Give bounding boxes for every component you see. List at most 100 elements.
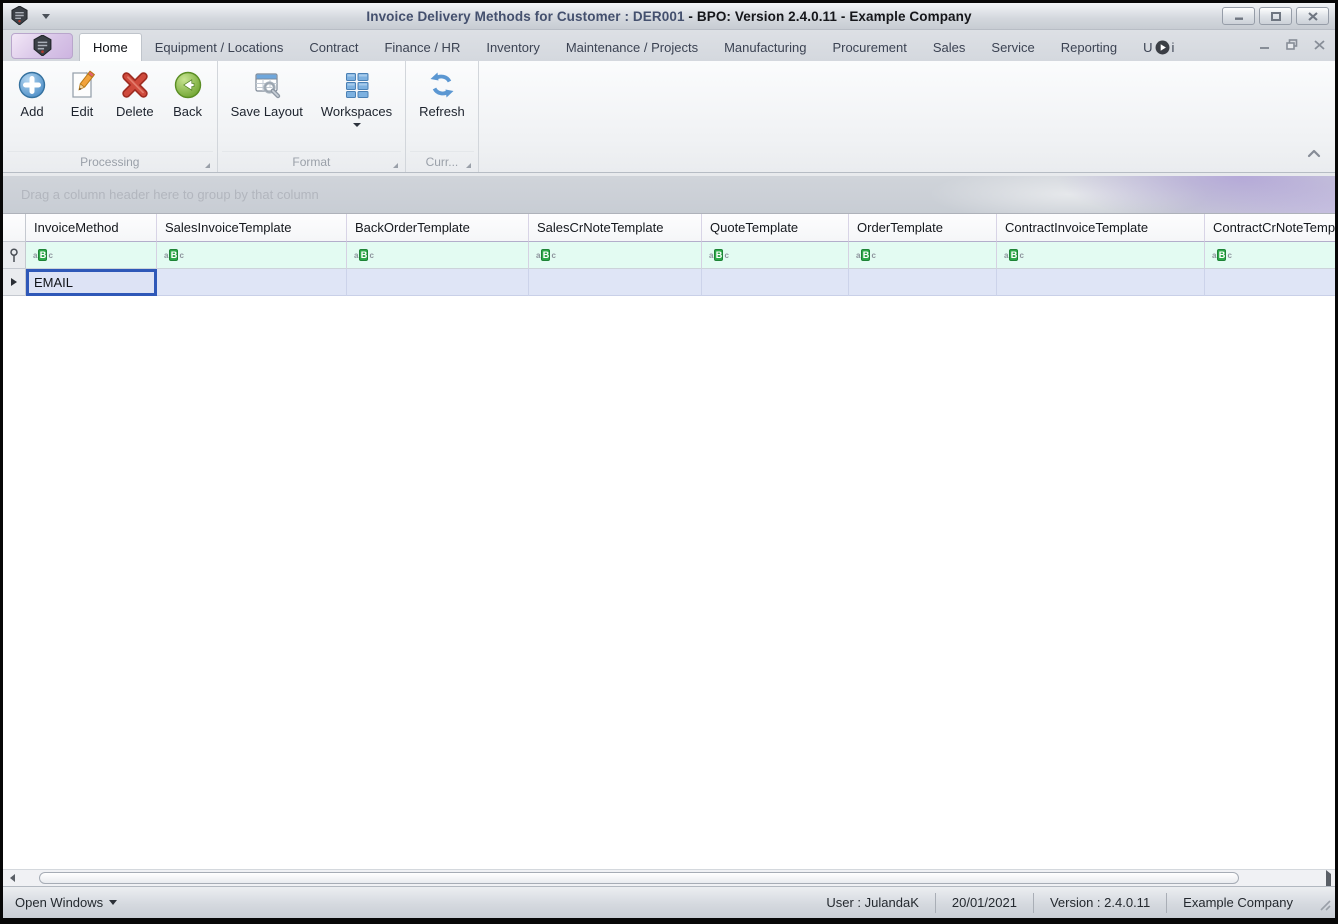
add-button[interactable]: Add [7,64,57,121]
tab-procurement[interactable]: Procurement [819,35,919,61]
cell-backordertemplate[interactable] [347,269,529,296]
minimize-button[interactable] [1222,7,1255,25]
tab-utilities[interactable]: Ui [1130,35,1187,61]
dialog-launcher-icon[interactable] [465,163,471,168]
filter-cell-contractinvoicetemplate[interactable]: aBc [997,242,1205,269]
cell-invoicemethod[interactable]: EMAIL [26,269,157,296]
dialog-launcher-icon[interactable] [393,163,399,168]
tab-reporting[interactable]: Reporting [1048,35,1130,61]
tab-contract[interactable]: Contract [296,35,371,61]
column-header-backordertemplate[interactable]: BackOrderTemplate [347,214,529,242]
column-header-salesinvoicetemplate[interactable]: SalesInvoiceTemplate [157,214,347,242]
scroll-left-icon[interactable] [3,874,21,882]
horizontal-scrollbar[interactable] [3,869,1335,895]
mdi-restore-icon[interactable] [1286,39,1298,50]
minimize-icon [1234,17,1243,20]
tab-home[interactable]: Home [79,33,142,61]
tab-sales[interactable]: Sales [920,35,979,61]
maximize-button[interactable] [1259,7,1292,25]
filter-cell-salesinvoicetemplate[interactable]: aBc [157,242,347,269]
tab-inventory[interactable]: Inventory [473,35,552,61]
dialog-launcher-icon[interactable] [204,163,210,168]
column-header-salescrnotetemplate[interactable]: SalesCrNoteTemplate [529,214,702,242]
column-header-row: InvoiceMethod SalesInvoiceTemplate BackOrd… [3,214,1335,242]
back-button[interactable]: Back [163,64,213,121]
save-layout-button[interactable]: Save Layout [222,64,312,121]
filter-cell-invoicemethod[interactable]: aBc [26,242,157,269]
group-caption-label: Processing [80,155,140,169]
tab-label: Equipment / Locations [154,40,284,55]
group-caption: Format [221,151,402,172]
maximize-icon [1270,11,1281,21]
ribbon-group-curr: Refresh Curr... [406,61,479,172]
refresh-button[interactable]: Refresh [410,64,474,121]
column-header-ordertemplate[interactable]: OrderTemplate [849,214,997,242]
tab-label: Service [991,40,1035,55]
ribbon-group-processing: Add Edit Delete Back Processing [3,61,218,172]
cell-quotetemplate[interactable] [702,269,849,296]
tab-maintenance-projects[interactable]: Maintenance / Projects [553,35,711,61]
edit-button[interactable]: Edit [57,64,107,121]
column-header-contractinvoicetemplate[interactable]: ContractInvoiceTemplate [997,214,1205,242]
tab-label: U [1143,40,1153,55]
filter-cell-salescrnotetemplate[interactable]: aBc [529,242,702,269]
delete-button[interactable]: Delete [107,64,163,121]
cell-contractcrnotetemplate[interactable] [1205,269,1335,296]
filter-cell-contractcrnotetemplate[interactable]: aBc [1205,242,1335,269]
back-icon [172,69,204,101]
cell-salescrnotetemplate[interactable] [529,269,702,296]
status-item: User : JulandaK [826,895,919,910]
status-bar: Open Windows User : JulandaK 20/01/2021 Ve… [3,886,1335,918]
title-bar: Invoice Delivery Methods for Customer : … [3,3,1335,30]
open-windows-label: Open Windows [15,895,104,910]
collapse-ribbon-icon[interactable] [1305,146,1323,164]
cell-contractinvoicetemplate[interactable] [997,269,1205,296]
group-caption: Curr... [410,151,474,172]
tab-finance-hr[interactable]: Finance / HR [371,35,473,61]
cell-salesinvoicetemplate[interactable] [157,269,347,296]
auto-filter-row: aBc aBc aBc aBc aBc aBc aBc aBc [3,242,1335,269]
column-header-quotetemplate[interactable]: QuoteTemplate [702,214,849,242]
tab-service[interactable]: Service [978,35,1047,61]
tab-label: Maintenance / Projects [565,40,699,55]
table-row: EMAIL [3,269,1335,296]
open-windows-button[interactable]: Open Windows [3,895,118,910]
button-label: Edit [70,104,94,119]
tab-equipment-locations[interactable]: Equipment / Locations [142,35,297,61]
filter-cell-backordertemplate[interactable]: aBc [347,242,529,269]
mdi-close-icon[interactable] [1314,39,1325,50]
text-filter-abc-icon: aBc [33,249,53,261]
app-logo-icon [33,35,52,56]
group-caption-label: Curr... [425,155,459,169]
column-header-invoicemethod[interactable]: InvoiceMethod [26,214,157,242]
button-label: Back [173,104,203,119]
filter-cell-quotetemplate[interactable]: aBc [702,242,849,269]
tab-label: Home [93,40,128,55]
application-menu-button[interactable] [11,32,73,59]
refresh-icon [426,69,458,101]
button-label: Delete [116,104,154,119]
text-filter-abc-icon: aBc [164,249,184,261]
close-icon [1307,11,1318,21]
edit-icon [66,69,98,101]
cell-ordertemplate[interactable] [849,269,997,296]
close-button[interactable] [1296,7,1329,25]
quick-access-dropdown-icon[interactable] [42,14,50,19]
group-caption-label: Format [292,155,331,169]
mdi-minimize-icon[interactable] [1259,40,1270,50]
column-header-contractcrnotetemplate[interactable]: ContractCrNoteTemplate [1205,214,1335,242]
scrollbar-thumb[interactable] [39,872,1239,884]
tab-label-suffix: i [1171,40,1175,55]
tab-label: Inventory [486,40,540,55]
resize-grip-icon[interactable] [1319,899,1331,914]
filter-cell-ordertemplate[interactable]: aBc [849,242,997,269]
window-title-app: - BPO: Version 2.4.0.11 - Example Compan… [684,8,972,24]
chevron-down-icon [352,123,361,127]
data-grid: Drag a column header here to group by th… [3,173,1335,869]
tab-manufacturing[interactable]: Manufacturing [711,35,819,61]
row-indicator [3,269,26,296]
tab-label: Sales [932,40,966,55]
button-label: Workspaces [320,104,393,119]
workspaces-button[interactable]: Workspaces [312,64,401,129]
group-by-panel[interactable]: Drag a column header here to group by th… [3,176,1335,214]
